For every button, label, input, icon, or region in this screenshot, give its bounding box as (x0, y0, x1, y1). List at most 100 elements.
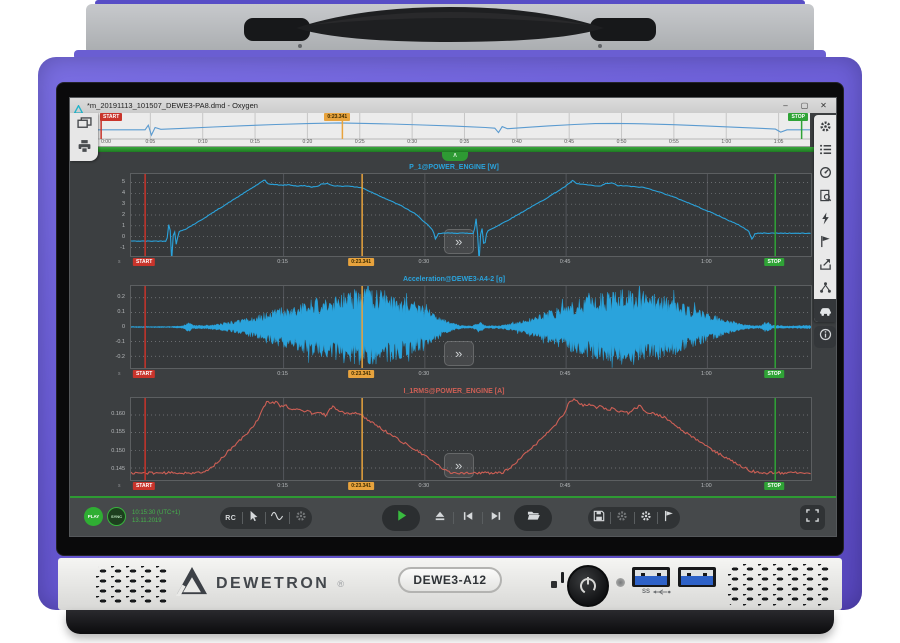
x-tick-label: 0:45 (560, 371, 571, 377)
device-photo: *m_20191113_101507_DEWE3-PA8.dmd - Oxyge… (0, 0, 900, 643)
carry-handle (230, 2, 670, 50)
skip-to-end-icon[interactable] (490, 509, 502, 527)
x-tick-label: 0:45 (560, 483, 571, 489)
speaker-grille-left (96, 566, 168, 604)
window-title: *m_20191113_101507_DEWE3-PA8.dmd - Oxyge… (87, 101, 258, 110)
fullscreen-icon (806, 509, 819, 527)
overview-tick-label: 0:35 (460, 139, 470, 145)
cursor-time-badge[interactable]: 0:23.341 (348, 370, 374, 378)
start-marker-badge: START (133, 258, 155, 266)
y-tick-label: 0 (122, 324, 125, 330)
power-chart-panel: P_1@POWER_ENGINE [W] 543210-1 » s0:150:3… (96, 162, 812, 268)
current-y-axis: 0.1600.1550.1500.145 (96, 397, 130, 481)
open-file-button[interactable] (514, 505, 552, 531)
current-chart-plot[interactable]: » (130, 397, 812, 481)
power-button (567, 565, 609, 607)
screens-tab[interactable] (74, 116, 94, 135)
print-report-tab[interactable] (74, 139, 94, 158)
power-x-axis: s 0:15 0:30 0:45 1:00 START 0:23.341 STOP (96, 257, 812, 268)
settings-gear-icon[interactable] (814, 115, 836, 138)
cursor-time-badge[interactable]: 0:23.341 (348, 258, 374, 266)
play-icon (395, 509, 408, 527)
overview-tick-label: 0:50 (617, 139, 627, 145)
y-tick-label: 0.150 (111, 448, 125, 454)
right-toolbar (814, 115, 836, 322)
timeline-overview[interactable]: 0:000:050:100:150:200:250:300:350:400:45… (98, 113, 810, 147)
indicator-led (551, 581, 557, 588)
x-tick-label: 0:45 (560, 259, 571, 265)
x-axis-unit: s (118, 259, 121, 265)
overview-tick-label: 0:20 (303, 139, 313, 145)
printer-icon (77, 139, 92, 159)
screen-settings-gear-icon[interactable] (640, 509, 652, 527)
power-icon (576, 574, 600, 598)
overview-tick-label: 0:45 (564, 139, 574, 145)
info-button[interactable] (814, 326, 836, 348)
acceleration-chart-plot[interactable]: » (130, 285, 812, 369)
acceleration-y-axis: 0.20.10-0.1-0.2 (96, 285, 130, 369)
screw-right (598, 44, 602, 48)
dewetron-logo (176, 566, 208, 601)
export-icon[interactable] (814, 253, 836, 276)
overview-start-badge: START (100, 113, 122, 121)
screw-left (298, 44, 302, 48)
registered-mark: ® (337, 579, 344, 589)
y-tick-label: 5 (122, 179, 125, 185)
y-tick-label: -0.2 (116, 354, 125, 360)
y-tick-label: 0.2 (117, 294, 125, 300)
event-flag-icon[interactable] (663, 509, 675, 527)
usb-trident-icon (652, 588, 672, 596)
indicator-bar (561, 572, 564, 583)
network-icon[interactable] (814, 276, 836, 299)
screen-report-icon[interactable] (814, 184, 836, 207)
overview-cursor-badge[interactable]: 0:23.341 (324, 113, 350, 121)
x-tick-label: 1:00 (701, 483, 712, 489)
x-tick-label: 0:30 (418, 371, 429, 377)
collapse-chevron[interactable]: ∧ (442, 152, 468, 161)
x-tick-label: 0:30 (418, 259, 429, 265)
trigger-bolt-icon[interactable] (814, 207, 836, 230)
close-button[interactable]: ✕ (815, 99, 832, 112)
remote-control-button[interactable]: RC (225, 515, 236, 522)
cursor-time-badge[interactable]: 0:23.341 (348, 482, 374, 490)
y-tick-label: 0.145 (111, 466, 125, 472)
save-tool-group (588, 507, 680, 529)
eject-icon[interactable] (434, 509, 446, 527)
sync-status-badge: SYNC (107, 507, 126, 526)
cursor-tool-icon[interactable] (248, 509, 260, 527)
y-tick-label: 0.155 (111, 429, 125, 435)
save-icon[interactable] (593, 509, 605, 527)
y-tick-label: 0.1 (117, 309, 125, 315)
y-tick-label: 4 (122, 190, 125, 196)
x-tick-label: 0:15 (277, 259, 288, 265)
power-y-axis: 543210-1 (96, 173, 130, 257)
channel-list-icon[interactable] (814, 138, 836, 161)
overview-tick-label: 0:25 (355, 139, 365, 145)
skip-to-start-icon[interactable] (462, 509, 474, 527)
minimize-button[interactable]: – (777, 99, 794, 112)
timestamp: 10:15:30 (UTC+1) 13.11.2019 (132, 509, 180, 525)
clock-time: 10:15:30 (UTC+1) (132, 509, 180, 517)
info-icon (819, 328, 832, 346)
x-tick-label: 1:00 (701, 259, 712, 265)
x-axis-unit: s (118, 371, 121, 377)
measurement-gauge-icon[interactable] (814, 161, 836, 184)
tool-settings-gear-icon[interactable] (295, 509, 307, 527)
y-tick-label: -1 (120, 245, 125, 251)
play-button[interactable] (382, 505, 420, 531)
y-tick-label: 0 (122, 234, 125, 240)
acceleration-chart-title: Acceleration@DEWE3-A4-2 [g] (96, 274, 812, 285)
titlebar: *m_20191113_101507_DEWE3-PA8.dmd - Oxyge… (70, 98, 836, 113)
y-tick-label: 1 (122, 223, 125, 229)
stop-marker-badge: STOP (764, 258, 784, 266)
overview-tick-label: 0:10 (198, 139, 208, 145)
marker-flag-icon[interactable] (814, 230, 836, 253)
fullscreen-button[interactable] (800, 505, 825, 530)
maximize-button[interactable]: ▢ (796, 99, 813, 112)
vehicle-mode-icon[interactable] (814, 299, 836, 322)
signal-tool-icon[interactable] (271, 509, 283, 527)
x-tick-label: 1:00 (701, 371, 712, 377)
power-chart-plot[interactable]: » (130, 173, 812, 257)
export-settings-gear-icon[interactable] (616, 509, 628, 527)
usb-superspeed-label: SS (642, 588, 672, 596)
